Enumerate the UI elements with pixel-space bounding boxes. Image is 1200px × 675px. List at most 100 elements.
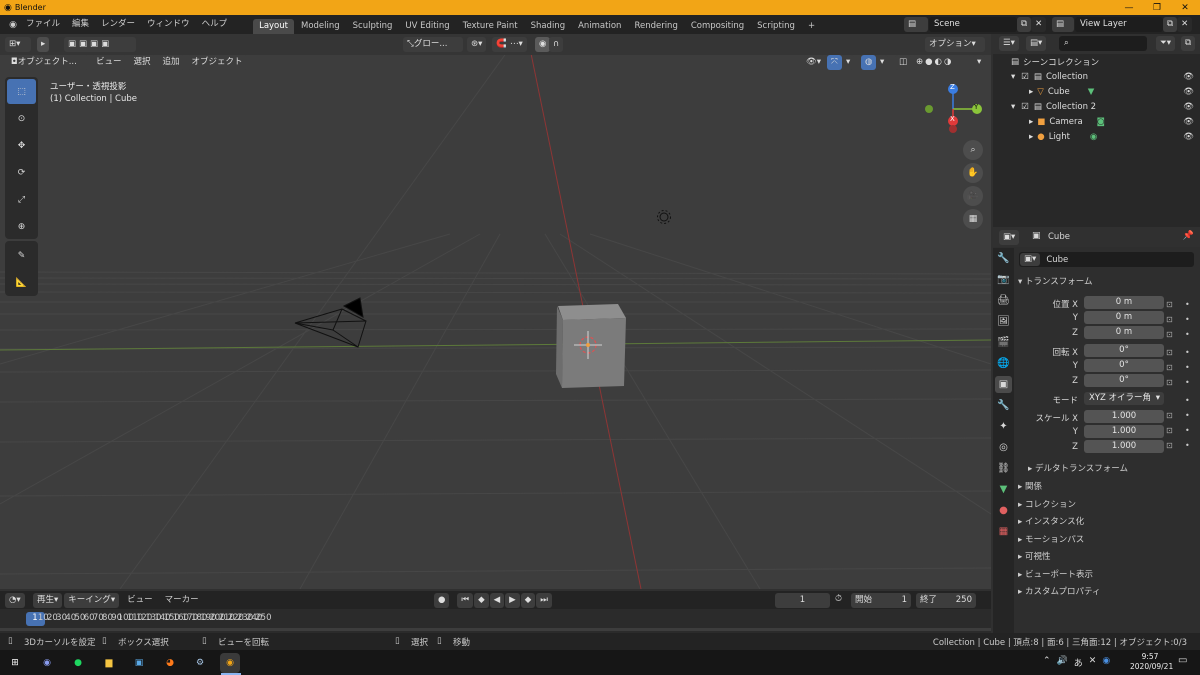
output-tab-icon[interactable]: 🖨 bbox=[995, 292, 1012, 309]
viewport-menu-item[interactable]: オブジェクト bbox=[186, 55, 248, 70]
tab-workspace[interactable]: Shading bbox=[525, 19, 572, 34]
scale-z-field[interactable]: 1.000 bbox=[1084, 440, 1164, 453]
xray-icon[interactable]: ◫ bbox=[895, 55, 912, 70]
clock[interactable]: 9:57 2020/09/21 bbox=[1130, 652, 1173, 672]
viewport-menu-item[interactable]: ビュー bbox=[91, 55, 127, 70]
transform-panel-header[interactable]: ▾ トランスフォーム bbox=[1018, 274, 1093, 291]
start-icon[interactable]: ⊞ bbox=[5, 653, 25, 673]
scene-browse-icon[interactable]: ▤ bbox=[904, 17, 928, 32]
pivot-icon[interactable]: ⊛▾ bbox=[467, 37, 487, 52]
eye-icon[interactable]: 👁 bbox=[1183, 102, 1194, 112]
keyframe-dot-icon[interactable]: • bbox=[1185, 360, 1190, 375]
gizmo-dropdown-icon[interactable]: ▾ bbox=[842, 55, 855, 70]
rotate-tool-icon[interactable]: ⟳ bbox=[7, 160, 36, 185]
cube-object[interactable] bbox=[556, 304, 626, 388]
select-mode-icon[interactable]: ▸ bbox=[37, 37, 50, 52]
checkbox-icon[interactable]: ☑ bbox=[1021, 102, 1029, 112]
filter-icon[interactable]: ⏷▾ bbox=[1156, 36, 1176, 51]
constraints-tab-icon[interactable]: ⛓ bbox=[995, 460, 1012, 477]
tab-workspace[interactable]: Modeling bbox=[295, 19, 346, 34]
tab-workspace[interactable]: Sculpting bbox=[347, 19, 399, 34]
timeline-editor-icon[interactable]: ◔▾ bbox=[5, 593, 25, 608]
checkbox-icon[interactable]: ☑ bbox=[1021, 72, 1029, 82]
rotation-y-field[interactable]: 0° bbox=[1084, 359, 1164, 372]
network-icon[interactable]: ✕ bbox=[1089, 656, 1097, 669]
scale-y-field[interactable]: 1.000 bbox=[1084, 425, 1164, 438]
keyframe-dot-icon[interactable]: • bbox=[1185, 297, 1190, 312]
location-x-field[interactable]: 0 m bbox=[1084, 296, 1164, 309]
mode-dropdown[interactable]: ◘ オブジェクト... bbox=[7, 55, 89, 70]
new-scene-icon[interactable]: ⧉ bbox=[1017, 17, 1032, 32]
lock-icon[interactable]: ⊡ bbox=[1166, 438, 1173, 453]
modifier-tab-icon[interactable]: 🔧 bbox=[995, 397, 1012, 414]
rotation-mode-dropdown[interactable]: XYZ オイラー角 ▾ bbox=[1084, 392, 1164, 405]
display-mode-icon[interactable]: ▤▾ bbox=[1026, 36, 1047, 51]
material-tab-icon[interactable]: ● bbox=[995, 502, 1012, 519]
ime-icon[interactable]: あ bbox=[1074, 656, 1083, 669]
shading-dropdown-icon[interactable]: ▾ bbox=[973, 55, 986, 70]
start-frame-field[interactable]: 開始 1 bbox=[851, 593, 911, 608]
object-browse-icon[interactable]: ▣▾ bbox=[1020, 253, 1041, 266]
spotify-icon[interactable]: ● bbox=[68, 653, 88, 673]
property-section-header[interactable]: ▸ モーションパス bbox=[1018, 532, 1188, 550]
outliner-item-collection[interactable]: ▾ ☑ ▤ Collection 👁 bbox=[993, 69, 1200, 84]
zoom-icon[interactable]: ⌕ bbox=[963, 140, 983, 160]
delta-transform-header[interactable]: ▸ デルタトランスフォーム bbox=[1028, 461, 1128, 478]
timeline-menu-item[interactable]: 再生 ▾ bbox=[33, 593, 63, 608]
editor-type-icon[interactable]: ⊞▾ bbox=[5, 37, 31, 52]
measure-tool-icon[interactable]: 📐 bbox=[7, 270, 36, 295]
options-dropdown[interactable]: オプション ▾ bbox=[925, 37, 985, 52]
visibility-icon[interactable]: 👁▾ bbox=[802, 55, 826, 70]
outliner-search-input[interactable]: ⌕ bbox=[1059, 36, 1147, 51]
tool-tab-icon[interactable]: 🔧 bbox=[995, 250, 1012, 267]
prev-keyframe-icon[interactable]: ◆ bbox=[474, 593, 489, 608]
control-panel-icon[interactable]: ▣ bbox=[129, 653, 149, 673]
play-icon[interactable]: ▶ bbox=[505, 593, 520, 608]
keyframe-dot-icon[interactable]: • bbox=[1185, 438, 1190, 453]
end-frame-field[interactable]: 終了 250 bbox=[916, 593, 976, 608]
discord-icon[interactable]: ◉ bbox=[37, 653, 57, 673]
view-layer-browse-icon[interactable]: ▤ bbox=[1052, 17, 1074, 32]
tab-workspace[interactable]: Rendering bbox=[628, 19, 683, 34]
keyframe-dot-icon[interactable]: • bbox=[1185, 408, 1190, 423]
selection-modes-icon[interactable]: ▣▣▣▣ bbox=[64, 37, 136, 52]
camera-object[interactable] bbox=[294, 297, 367, 348]
outliner-editor-icon[interactable]: ☰▾ bbox=[999, 36, 1019, 51]
expand-icon[interactable]: ▸ bbox=[1029, 117, 1033, 127]
property-section-header[interactable]: ▸ 可視性 bbox=[1018, 549, 1188, 567]
object-name-field[interactable]: ▣▾ Cube bbox=[1019, 252, 1194, 267]
timeline-scrubber[interactable]: 1 10 20 30 40 50 60 70 80 90 100 110 120 130 140 150 160… bbox=[0, 609, 991, 633]
tab-workspace[interactable]: Layout bbox=[253, 19, 294, 34]
menu-item[interactable]: レンダー bbox=[95, 15, 141, 34]
tab-workspace[interactable]: Texture Paint bbox=[457, 19, 524, 34]
property-section-header[interactable]: ▸ ビューポート表示 bbox=[1018, 567, 1188, 585]
scene-field[interactable]: Scene bbox=[929, 17, 1017, 32]
lock-icon[interactable]: ⊡ bbox=[1166, 375, 1173, 390]
outliner-item-cube[interactable]: ▸ ▽ Cube ▼ 👁 bbox=[993, 84, 1200, 99]
remove-view-layer-icon[interactable]: ✕ bbox=[1177, 17, 1193, 32]
property-section-header[interactable]: ▸ コレクション bbox=[1018, 497, 1188, 515]
outliner-item-camera[interactable]: ▸ ■ Camera ◙ 👁 bbox=[993, 114, 1200, 129]
menu-item[interactable]: ファイル bbox=[20, 15, 66, 34]
lock-icon[interactable]: ⊡ bbox=[1166, 423, 1173, 438]
firefox-icon[interactable]: ◕ bbox=[160, 653, 180, 673]
keyframe-dot-icon[interactable]: • bbox=[1185, 312, 1190, 327]
overlay-toggle-icon[interactable]: ◍ bbox=[861, 55, 877, 70]
camera-view-icon[interactable]: 🎥 bbox=[963, 186, 983, 206]
pin-icon[interactable]: 📌 bbox=[1183, 231, 1194, 241]
next-keyframe-icon[interactable]: ◆ bbox=[520, 593, 536, 608]
eye-icon[interactable]: 👁 bbox=[1183, 72, 1194, 82]
jump-end-icon[interactable]: ⏭ bbox=[536, 593, 552, 608]
expand-icon[interactable]: ▸ bbox=[1029, 87, 1033, 97]
location-z-field[interactable]: 0 m bbox=[1084, 326, 1164, 339]
outliner-scene-collection[interactable]: ▤ シーンコレクション bbox=[993, 54, 1200, 69]
timeline-menu-item[interactable]: マーカー bbox=[159, 593, 205, 608]
falloff-icon[interactable]: ∩ bbox=[549, 37, 564, 52]
overlay-dropdown-icon[interactable]: ▾ bbox=[876, 55, 889, 70]
pan-hand-icon[interactable]: ✋ bbox=[963, 163, 983, 183]
lock-icon[interactable]: ⊡ bbox=[1166, 297, 1173, 312]
object-tab-icon[interactable]: ▣ bbox=[995, 376, 1012, 393]
physics-tab-icon[interactable]: ◎ bbox=[995, 439, 1012, 456]
keyframe-dot-icon[interactable]: • bbox=[1185, 423, 1190, 438]
scale-x-field[interactable]: 1.000 bbox=[1084, 410, 1164, 423]
